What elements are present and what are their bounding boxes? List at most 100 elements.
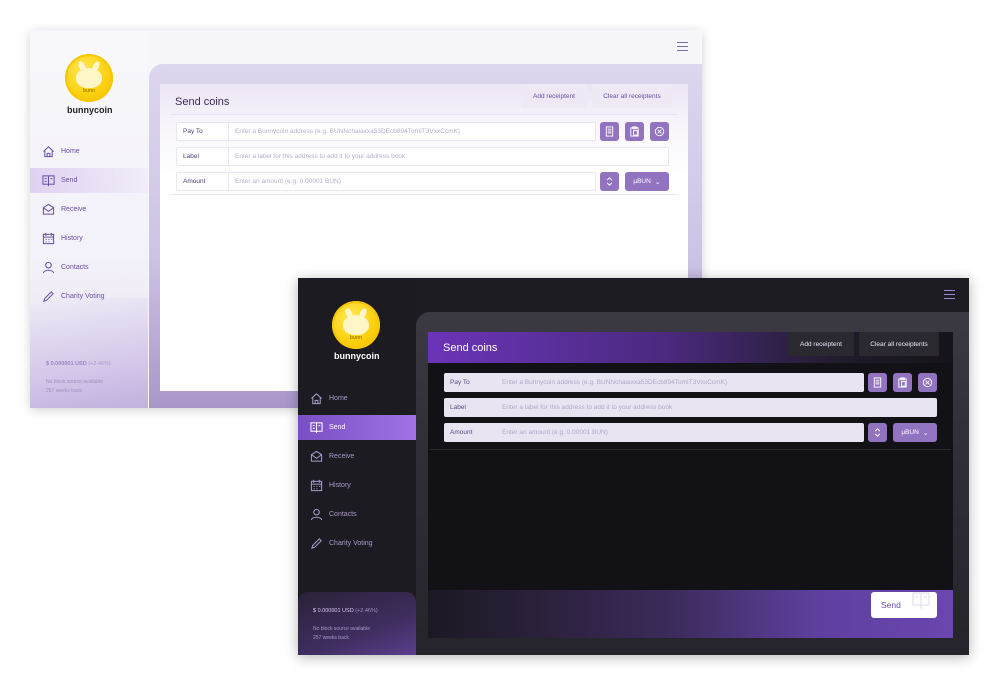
history-icon bbox=[41, 232, 55, 246]
bunny-icon bbox=[76, 68, 102, 88]
card-header: Send coins Add receiptent Clear all rece… bbox=[428, 332, 953, 363]
amount-placeholder: Enter an amount (e.g. 0.00001 BUN) bbox=[502, 429, 608, 436]
balance-readout: $ 0.000001 USD (+2.46%) bbox=[313, 608, 378, 614]
bunnycoin-logo: bunn bbox=[332, 301, 380, 349]
main-panel: Send coins Add receiptent Clear all rece… bbox=[416, 312, 969, 655]
menu-icon[interactable] bbox=[944, 290, 955, 302]
sidebar-item-home[interactable]: Home bbox=[30, 139, 148, 164]
label-field[interactable]: Label Enter a label for this address to … bbox=[176, 147, 669, 166]
remove-recipient-button[interactable] bbox=[650, 122, 669, 141]
sidebar: bunn bunnycoin Home Send Receive History bbox=[30, 30, 148, 408]
balance-value: $ 0.000001 USD bbox=[313, 608, 354, 614]
sync-status: No block source available 257 weeks back bbox=[46, 378, 103, 396]
status-line: No block source available bbox=[46, 379, 103, 385]
sidebar-item-label: History bbox=[329, 482, 351, 489]
sidebar-item-history[interactable]: History bbox=[30, 226, 148, 251]
history-icon bbox=[309, 479, 323, 493]
send-card: Send coins Add receiptent Clear all rece… bbox=[428, 332, 953, 638]
brand-name: bunnycoin bbox=[67, 105, 113, 115]
remove-recipient-button[interactable] bbox=[918, 373, 937, 392]
address-book-button[interactable] bbox=[600, 122, 619, 141]
label-placeholder: Enter a label for this address to add it… bbox=[235, 153, 406, 160]
page-title: Send coins bbox=[443, 342, 498, 354]
home-icon bbox=[41, 145, 55, 159]
pay-to-label: Pay To bbox=[177, 123, 229, 140]
clear-all-recipients-button[interactable]: Clear all receiptents bbox=[859, 332, 939, 356]
status-line: No block source available bbox=[313, 626, 370, 632]
charity-voting-icon bbox=[41, 290, 55, 304]
sidebar-nav: Home Send Receive History Contacts Chari… bbox=[30, 139, 148, 313]
brand-name: bunnycoin bbox=[334, 351, 380, 361]
sidebar-item-home[interactable]: Home bbox=[298, 386, 416, 411]
balance-value: $ 0.000001 USD bbox=[46, 361, 87, 367]
balance-change: (+2.46%) bbox=[355, 608, 378, 614]
unit-select[interactable]: µBUN ⌄ bbox=[893, 423, 937, 442]
sidebar-item-contacts[interactable]: Contacts bbox=[30, 255, 148, 280]
send-button[interactable]: Send bbox=[871, 592, 937, 618]
address-book-button[interactable] bbox=[868, 373, 887, 392]
page-title: Send coins bbox=[175, 96, 230, 108]
label-field[interactable]: Label Enter a label for this address to … bbox=[444, 398, 937, 417]
paste-button[interactable] bbox=[625, 122, 644, 141]
sidebar-item-receive[interactable]: Receive bbox=[30, 197, 148, 222]
send-icon bbox=[41, 174, 55, 188]
sidebar-item-contacts[interactable]: Contacts bbox=[298, 502, 416, 527]
send-button-label: Send bbox=[881, 600, 901, 610]
sidebar-item-send[interactable]: Send bbox=[298, 415, 416, 440]
amount-field[interactable]: Amount Enter an amount (e.g. 0.00001 BUN… bbox=[176, 172, 596, 191]
charity-voting-icon bbox=[309, 537, 323, 551]
card-footer: Send bbox=[428, 590, 953, 638]
sidebar-item-label: Send bbox=[61, 177, 78, 184]
recipient-form: Pay To Enter a Bunnycoin address (e.g. B… bbox=[170, 114, 678, 195]
pay-to-placeholder: Enter a Bunnycoin address (e.g. BUNNchai… bbox=[502, 379, 728, 386]
sidebar-item-send[interactable]: Send bbox=[30, 168, 148, 193]
add-recipient-button[interactable]: Add receiptent bbox=[521, 84, 587, 108]
sidebar-item-label: Home bbox=[329, 395, 348, 402]
sidebar-item-label: Contacts bbox=[329, 511, 357, 518]
amount-stepper[interactable] bbox=[600, 172, 619, 191]
pay-to-placeholder: Enter a Bunnycoin address (e.g. BUNNchai… bbox=[235, 128, 461, 135]
sidebar-item-history[interactable]: History bbox=[298, 473, 416, 498]
pay-to-field[interactable]: Pay To Enter a Bunnycoin address (e.g. B… bbox=[176, 122, 596, 141]
amount-field[interactable]: Amount Enter an amount (e.g. 0.00001 BUN… bbox=[444, 423, 864, 442]
sidebar-item-charity-voting[interactable]: Charity Voting bbox=[30, 284, 148, 309]
sidebar-item-receive[interactable]: Receive bbox=[298, 444, 416, 469]
unit-value: µBUN bbox=[901, 429, 919, 436]
add-recipient-button[interactable]: Add receiptent bbox=[788, 332, 854, 356]
balance-change: (+2.46%) bbox=[88, 361, 111, 367]
label-label: Label bbox=[177, 148, 229, 165]
dark-theme-window: bunn bunnycoin Home Send Receive History bbox=[298, 278, 969, 655]
chevron-down-icon: ⌄ bbox=[922, 429, 929, 437]
sidebar-item-label: History bbox=[61, 235, 83, 242]
unit-select[interactable]: µBUN ⌄ bbox=[625, 172, 669, 191]
label-placeholder: Enter a label for this address to add it… bbox=[502, 404, 673, 411]
home-icon bbox=[309, 392, 323, 406]
chevron-down-icon: ⌄ bbox=[654, 178, 661, 186]
amount-placeholder: Enter an amount (e.g. 0.00001 BUN) bbox=[235, 178, 341, 185]
clear-all-recipients-button[interactable]: Clear all receiptents bbox=[592, 84, 672, 108]
sidebar-item-label: Receive bbox=[329, 453, 355, 460]
receive-icon bbox=[309, 450, 323, 464]
sidebar-footer bbox=[298, 592, 416, 655]
sidebar-nav: Home Send Receive History Contacts Chari… bbox=[298, 386, 416, 560]
amount-stepper[interactable] bbox=[868, 423, 887, 442]
sidebar-item-label: Charity Voting bbox=[329, 540, 373, 547]
sidebar-item-label: Send bbox=[329, 424, 346, 431]
sidebar: bunn bunnycoin Home Send Receive History bbox=[298, 278, 416, 655]
contacts-icon bbox=[309, 508, 323, 522]
sidebar-item-label: Home bbox=[61, 148, 80, 155]
pay-to-label: Pay To bbox=[450, 379, 470, 386]
pay-to-field[interactable]: Pay To Enter a Bunnycoin address (e.g. B… bbox=[444, 373, 864, 392]
send-icon bbox=[912, 592, 930, 609]
contacts-icon bbox=[41, 261, 55, 275]
paste-button[interactable] bbox=[893, 373, 912, 392]
sidebar-item-label: Receive bbox=[61, 206, 87, 213]
recipient-form: Pay To Enter a Bunnycoin address (e.g. B… bbox=[430, 365, 951, 450]
bunnycoin-logo: bunn bbox=[65, 54, 113, 102]
send-icon bbox=[309, 421, 323, 435]
menu-icon[interactable] bbox=[677, 42, 688, 54]
label-label: Label bbox=[450, 404, 466, 411]
coin-ticker: bunn bbox=[349, 335, 363, 341]
status-line: 257 weeks back bbox=[46, 388, 82, 394]
sidebar-item-charity-voting[interactable]: Charity Voting bbox=[298, 531, 416, 556]
